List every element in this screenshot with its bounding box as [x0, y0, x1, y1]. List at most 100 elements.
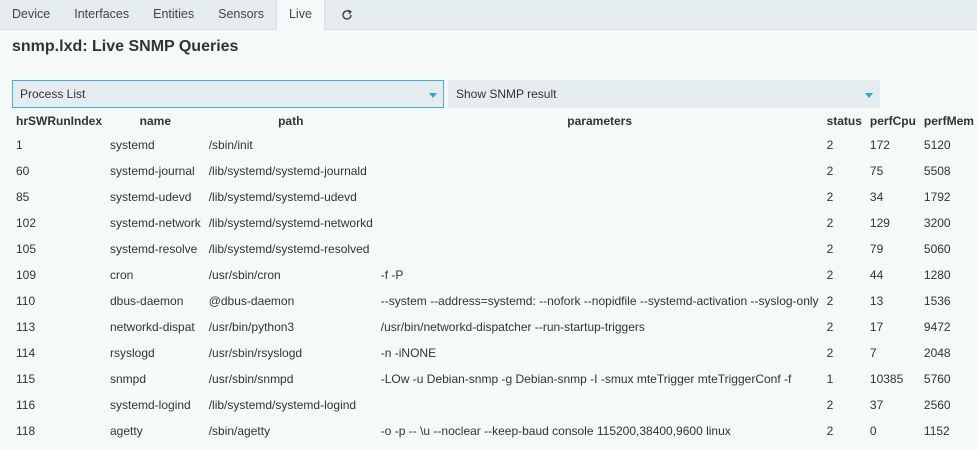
cell-parameters — [377, 210, 823, 236]
cell-perfcpu: 0 — [869, 424, 877, 438]
cell-name: systemd-logind — [110, 398, 191, 412]
cell-perfcpu: 13 — [869, 294, 884, 308]
cell-perfcpu: 75 — [869, 164, 884, 178]
cell-parameters — [377, 158, 823, 184]
column-header-name: name — [139, 114, 172, 128]
cell-perfmem: 3200 — [923, 216, 951, 230]
cell-path: /usr/bin/python3 — [208, 320, 295, 334]
cell-perfcpu: 129 — [869, 216, 890, 230]
result-select-value: Show SNMP result — [456, 87, 557, 101]
table-row: 109 cron/usr/sbin/cron -f -P 2 44 1280 — [12, 262, 977, 288]
cell-perfmem: 5060 — [923, 242, 951, 256]
table-row: 110 dbus-daemon @dbus-daemon --system --add… — [12, 288, 977, 314]
table-row: 1 systemd/sbin/init 2 172 5120 — [12, 132, 977, 158]
cell-perfcpu: 34 — [869, 190, 884, 204]
cell-perfmem: 2048 — [923, 346, 951, 360]
refresh-tab[interactable] — [325, 0, 369, 29]
cell-parameters — [377, 236, 823, 262]
cell-perfmem: 5120 — [923, 138, 951, 152]
cell-hrswrunindex: 110 — [16, 294, 36, 308]
table-row: 116 systemd-logind/lib/systemd/systemd-lo… — [12, 392, 977, 418]
tab-device[interactable]: Device — [0, 0, 62, 29]
cell-status: 2 — [826, 398, 834, 412]
cell-name: cron — [110, 268, 134, 282]
query-select-value: Process List — [20, 87, 86, 101]
table-row: 114 rsyslogd/usr/sbin/rsyslogd -n -iNONE 2 7… — [12, 340, 977, 366]
cell-parameters — [377, 132, 823, 158]
cell-perfcpu: 172 — [869, 138, 890, 152]
cell-name: rsyslogd — [110, 346, 155, 360]
cell-perfmem: 2560 — [923, 398, 951, 412]
tab-entities[interactable]: Entities — [141, 0, 206, 29]
table-row: 118 agetty/sbin/agetty -o -p -- \u --nocle… — [12, 418, 977, 444]
cell-parameters: -LOw -u Debian-snmp -g Debian-snmp -I -s… — [380, 372, 792, 386]
cell-perfmem: 1152 — [923, 424, 950, 438]
cell-path: /lib/systemd/systemd-resolved — [208, 242, 370, 256]
cell-parameters: --system --address=systemd: --nofork --n… — [380, 294, 819, 308]
cell-path: @dbus-daemon — [208, 294, 295, 308]
page-title: snmp.lxd: Live SNMP Queries — [12, 38, 239, 55]
cell-perfcpu: 44 — [869, 268, 884, 282]
cell-status: 2 — [826, 216, 834, 230]
cell-hrswrunindex: 109 — [16, 268, 37, 282]
cell-perfmem: 5760 — [923, 372, 951, 386]
cell-hrswrunindex: 102 — [16, 216, 37, 230]
tab-live[interactable]: Live — [275, 0, 325, 30]
cell-hrswrunindex: 114 — [16, 346, 36, 360]
cell-status: 2 — [826, 164, 834, 178]
refresh-icon — [342, 9, 352, 20]
chevron-down-icon — [865, 93, 873, 98]
result-select[interactable]: Show SNMP result — [448, 80, 880, 108]
cell-status: 2 — [826, 320, 834, 334]
cell-path: /sbin/init — [208, 138, 253, 152]
table-header-row: hrSWRunIndex name path parameters status… — [12, 110, 977, 132]
cell-status: 2 — [826, 242, 834, 256]
cell-status: 2 — [826, 138, 834, 152]
tab-interfaces[interactable]: Interfaces — [62, 0, 141, 29]
cell-perfmem: 5508 — [923, 164, 951, 178]
cell-name: systemd-network — [110, 216, 201, 230]
cell-perfcpu: 10385 — [869, 372, 904, 386]
column-header-parameters: parameters — [567, 114, 633, 128]
query-select[interactable]: Process List — [12, 80, 444, 108]
cell-hrswrunindex: 60 — [16, 164, 30, 178]
cell-perfcpu: 79 — [869, 242, 884, 256]
cell-hrswrunindex: 118 — [16, 424, 36, 438]
cell-status: 2 — [826, 190, 834, 204]
cell-perfcpu: 37 — [869, 398, 884, 412]
cell-name: systemd-journal — [110, 164, 195, 178]
cell-status: 1 — [826, 372, 834, 386]
cell-parameters — [377, 184, 823, 210]
column-header-perfcpu: perfCpu — [869, 114, 916, 128]
cell-name: agetty — [110, 424, 143, 438]
cell-path: /usr/sbin/rsyslogd — [208, 346, 303, 360]
cell-name: networkd-dispat — [110, 320, 195, 334]
column-header-hrswrunindex: hrSWRunIndex — [16, 114, 102, 128]
cell-path: /lib/systemd/systemd-logind — [208, 398, 357, 412]
cell-hrswrunindex: 105 — [16, 242, 37, 256]
cell-perfmem: 1792 — [923, 190, 951, 204]
column-header-perfmem: perfMem — [923, 114, 974, 128]
cell-perfmem: 1280 — [923, 268, 951, 282]
cell-hrswrunindex: 116 — [16, 398, 36, 412]
cell-name: systemd — [110, 138, 155, 152]
cell-perfcpu: 17 — [869, 320, 884, 334]
column-header-path: path — [278, 114, 304, 128]
cell-status: 2 — [826, 424, 834, 438]
table-row: 105 systemd-resolve/lib/systemd/systemd-r… — [12, 236, 977, 262]
cell-parameters — [377, 392, 823, 418]
chevron-down-icon — [429, 93, 437, 98]
cell-name: snmpd — [110, 372, 147, 386]
table-row: 115 snmpd/usr/sbin/snmpd -LOw -u Debian-sn… — [12, 366, 977, 392]
cell-hrswrunindex: 1 — [16, 138, 23, 152]
tab-bar: Device Interfaces Entities Sensors Live — [0, 0, 977, 30]
cell-hrswrunindex: 113 — [16, 320, 36, 334]
tab-sensors[interactable]: Sensors — [206, 0, 276, 29]
cell-path: /sbin/agetty — [208, 424, 271, 438]
table-row: 113 networkd-dispat/usr/bin/python3/usr/b… — [12, 314, 977, 340]
process-table: hrSWRunIndex name path parameters status… — [12, 110, 977, 444]
cell-hrswrunindex: 85 — [16, 190, 30, 204]
cell-status: 2 — [826, 268, 834, 282]
table-row: 60 systemd-journal/lib/systemd/systemd-jo… — [12, 158, 977, 184]
table-row: 102 systemd-network/lib/systemd/systemd-n… — [12, 210, 977, 236]
